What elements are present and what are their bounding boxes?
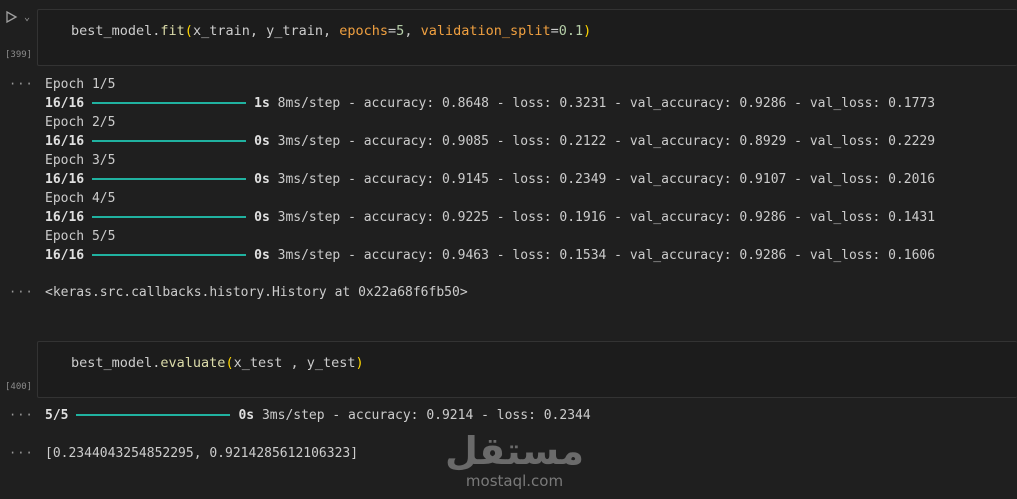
output-result: [0.2344043254852295, 0.9214285612106323] xyxy=(45,446,359,461)
epoch-time: 1s xyxy=(254,96,270,111)
epoch-progress-line: 16/16 0s 3ms/step - accuracy: 0.9145 - lo… xyxy=(45,172,935,187)
step-count: 16/16 xyxy=(45,134,85,149)
code-line: best_model.fit(x_train, y_train, epochs=… xyxy=(71,23,592,39)
epoch-metrics: 8ms/step - accuracy: 0.8648 - loss: 0.32… xyxy=(277,96,936,111)
output-menu-icon[interactable]: ··· xyxy=(9,446,34,460)
epoch-progress-line: 16/16 0s 3ms/step - accuracy: 0.9085 - lo… xyxy=(45,134,935,149)
epoch-time: 0s xyxy=(254,172,270,187)
progress-bar xyxy=(92,177,247,180)
chevron-down-icon[interactable]: ⌄ xyxy=(24,12,30,23)
step-count: 16/16 xyxy=(45,96,85,111)
progress-bar xyxy=(92,253,247,256)
output-menu-icon[interactable]: ··· xyxy=(9,77,34,91)
output-result: <keras.src.callbacks.history.History at … xyxy=(45,285,468,300)
execution-count: [400] xyxy=(5,382,33,392)
epoch-time: 0s xyxy=(254,134,270,149)
code-cell-input[interactable]: best_model.fit(x_train, y_train, epochs=… xyxy=(37,9,1017,66)
watermark-arabic: مستقل xyxy=(445,429,584,473)
epoch-progress-line: 16/16 0s 3ms/step - accuracy: 0.9225 - lo… xyxy=(45,210,935,225)
progress-bar xyxy=(76,413,231,416)
epoch-label: Epoch 5/5 xyxy=(45,229,116,244)
output-menu-icon[interactable]: ··· xyxy=(9,285,34,299)
code-cell-input[interactable]: best_model.evaluate(x_test , y_test) xyxy=(37,341,1017,398)
step-count: 16/16 xyxy=(45,210,85,225)
epoch-label: Epoch 2/5 xyxy=(45,115,116,130)
epoch-label: Epoch 4/5 xyxy=(45,191,116,206)
output-menu-icon[interactable]: ··· xyxy=(9,408,34,422)
epoch-progress-line: 16/16 1s 8ms/step - accuracy: 0.8648 - lo… xyxy=(45,96,935,111)
epoch-progress-line: 16/16 0s 3ms/step - accuracy: 0.9463 - lo… xyxy=(45,248,935,263)
output-progress-line: 5/5 0s 3ms/step - accuracy: 0.9214 - loss… xyxy=(45,408,591,423)
progress-bar xyxy=(92,215,247,218)
cell-toolbar: ⌄ xyxy=(4,10,30,24)
mostaql-watermark: مستقل mostaql.com xyxy=(445,432,584,490)
epoch-metrics: 3ms/step - accuracy: 0.9085 - loss: 0.21… xyxy=(277,134,936,149)
code-line: best_model.evaluate(x_test , y_test) xyxy=(71,355,364,371)
step-count: 16/16 xyxy=(45,248,85,263)
step-count: 16/16 xyxy=(45,172,85,187)
run-cell-icon[interactable] xyxy=(4,10,18,24)
watermark-latin: mostaql.com xyxy=(465,472,564,490)
epoch-label: Epoch 3/5 xyxy=(45,153,116,168)
epoch-time: 0s xyxy=(254,248,270,263)
progress-bar xyxy=(92,139,247,142)
epoch-time: 0s xyxy=(254,210,270,225)
epoch-metrics: 3ms/step - accuracy: 0.9463 - loss: 0.15… xyxy=(277,248,936,263)
epoch-label: Epoch 1/5 xyxy=(45,77,116,92)
progress-bar xyxy=(92,101,247,104)
epoch-metrics: 3ms/step - accuracy: 0.9145 - loss: 0.23… xyxy=(277,172,936,187)
execution-count: [399] xyxy=(5,50,33,60)
epoch-metrics: 3ms/step - accuracy: 0.9225 - loss: 0.19… xyxy=(277,210,936,225)
